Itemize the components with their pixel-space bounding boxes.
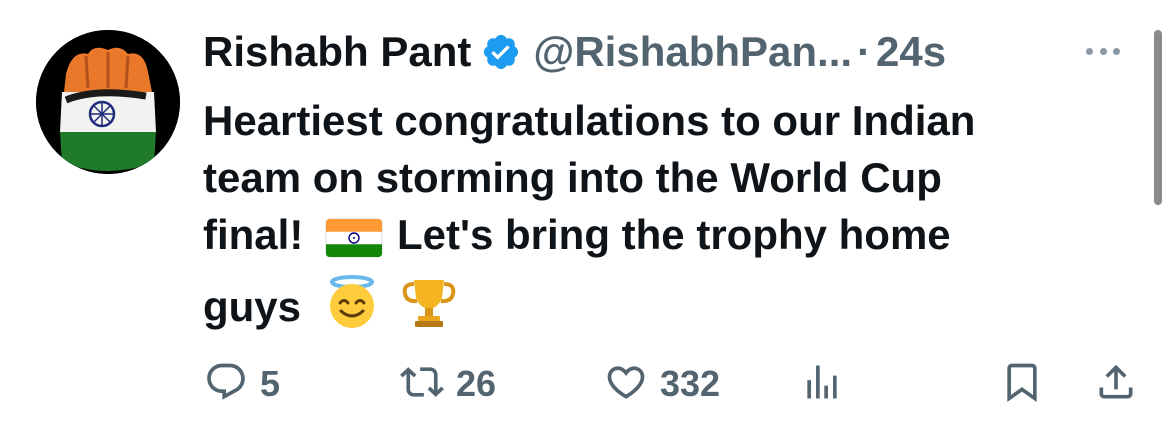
india-flag-icon	[325, 215, 383, 272]
tweet-line-3: final! Let's bring the trophy home	[203, 206, 1128, 272]
tweet-text: Heartiest congratulations to our Indian …	[203, 92, 1128, 344]
more-options-icon[interactable]	[1086, 38, 1120, 64]
tweet-timestamp[interactable]: 24s	[876, 24, 946, 80]
retweet-icon	[400, 360, 444, 409]
heart-icon	[604, 360, 648, 409]
views-button[interactable]	[800, 352, 844, 416]
like-button[interactable]: 332	[604, 352, 720, 416]
tweet-line-text: final!	[203, 211, 304, 258]
tweet[interactable]: Rishabh Pant @RishabhPan... · 24s Hearti…	[0, 0, 1170, 445]
tweet-line-text: Let's bring the trophy home	[397, 211, 951, 258]
author-handle[interactable]: @RishabhPan...	[533, 24, 852, 80]
tweet-line-5: guys	[203, 272, 1128, 344]
like-count: 332	[660, 363, 721, 404]
trophy-icon	[400, 272, 458, 344]
share-icon	[1094, 360, 1138, 409]
tweet-actions: 5 26 332	[0, 352, 1170, 416]
smiling-face-with-halo-icon	[323, 274, 381, 344]
tweet-line: Heartiest congratulations to our Indian	[203, 97, 976, 144]
author-name[interactable]: Rishabh Pant	[203, 24, 471, 80]
tweet-line: team on storming into the World Cup	[203, 154, 942, 201]
scrollbar[interactable]	[1154, 30, 1162, 205]
author-avatar[interactable]	[36, 30, 180, 174]
share-button[interactable]	[1094, 352, 1138, 416]
reply-button[interactable]: 5	[204, 352, 280, 416]
reply-icon	[204, 360, 248, 409]
bookmark-icon	[1000, 360, 1044, 409]
header-separator: ·	[857, 28, 872, 75]
tweet-header: Rishabh Pant @RishabhPan... · 24s	[203, 24, 946, 80]
bookmark-button[interactable]	[1000, 352, 1044, 416]
reply-count: 5	[260, 363, 281, 404]
retweet-count: 26	[456, 363, 497, 404]
tweet-line-text: guys	[203, 283, 302, 330]
views-chart-icon	[800, 360, 844, 409]
retweet-button[interactable]: 26	[400, 352, 496, 416]
verified-badge-icon	[481, 32, 521, 72]
